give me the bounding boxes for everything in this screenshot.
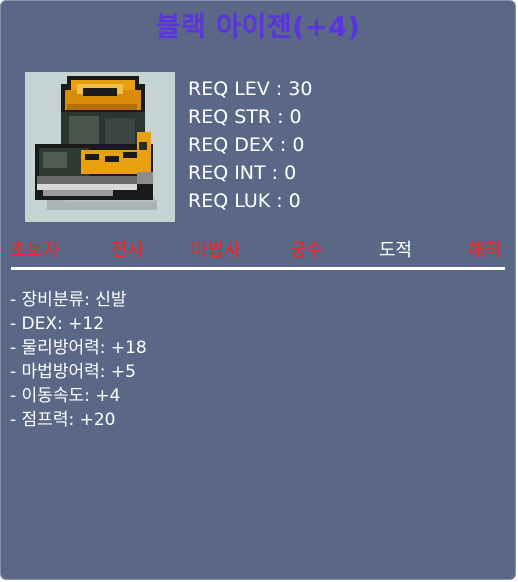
stat-jump: - 점프력: +20 (10, 410, 116, 430)
item-name: 블랙 아이젠(+4) (155, 12, 361, 43)
job-archer: 궁수 (290, 240, 324, 261)
job-beginner: 초보자 (10, 240, 60, 261)
job-list: 초보자 전사 마법사 궁수 도적 해적 (1, 236, 515, 264)
req-luk: REQ LUK : 0 (188, 190, 301, 212)
item-tooltip: 블랙 아이젠(+4) REQ LEV: 30 REQ STR: 0 REQ … (0, 0, 516, 580)
req-str: REQ STR : 0 (188, 106, 302, 128)
stat-physical-defense: - 물리방어력: +18 (10, 338, 147, 358)
stat-category: - 장비분류: 신발 (10, 290, 127, 310)
divider (11, 267, 505, 270)
stat-list: - 장비분류: 신발 - DEX: +12 - 물리방어력: +18 - 마법방… (10, 288, 147, 432)
req-level: REQ LEV : 30 (188, 78, 313, 100)
stat-dex: - DEX: +12 (10, 314, 105, 334)
job-magician: 마법사 (191, 240, 241, 261)
item-icon-frame (25, 72, 175, 222)
stat-magic-defense: - 마법방어력: +5 (10, 362, 136, 382)
job-warrior: 전사 (111, 240, 145, 261)
job-thief: 도적 (379, 240, 413, 261)
req-int: REQ INT : 0 (188, 162, 297, 184)
stat-speed: - 이동속도: +4 (10, 386, 121, 406)
black-boots-icon (35, 76, 157, 210)
job-pirate: 해적 (468, 240, 502, 261)
req-dex: REQ DEX : 0 (188, 134, 305, 156)
requirements-list: REQ LEV : 30 REQ STR : 0 REQ DEX : 0 REQ… (188, 75, 312, 215)
